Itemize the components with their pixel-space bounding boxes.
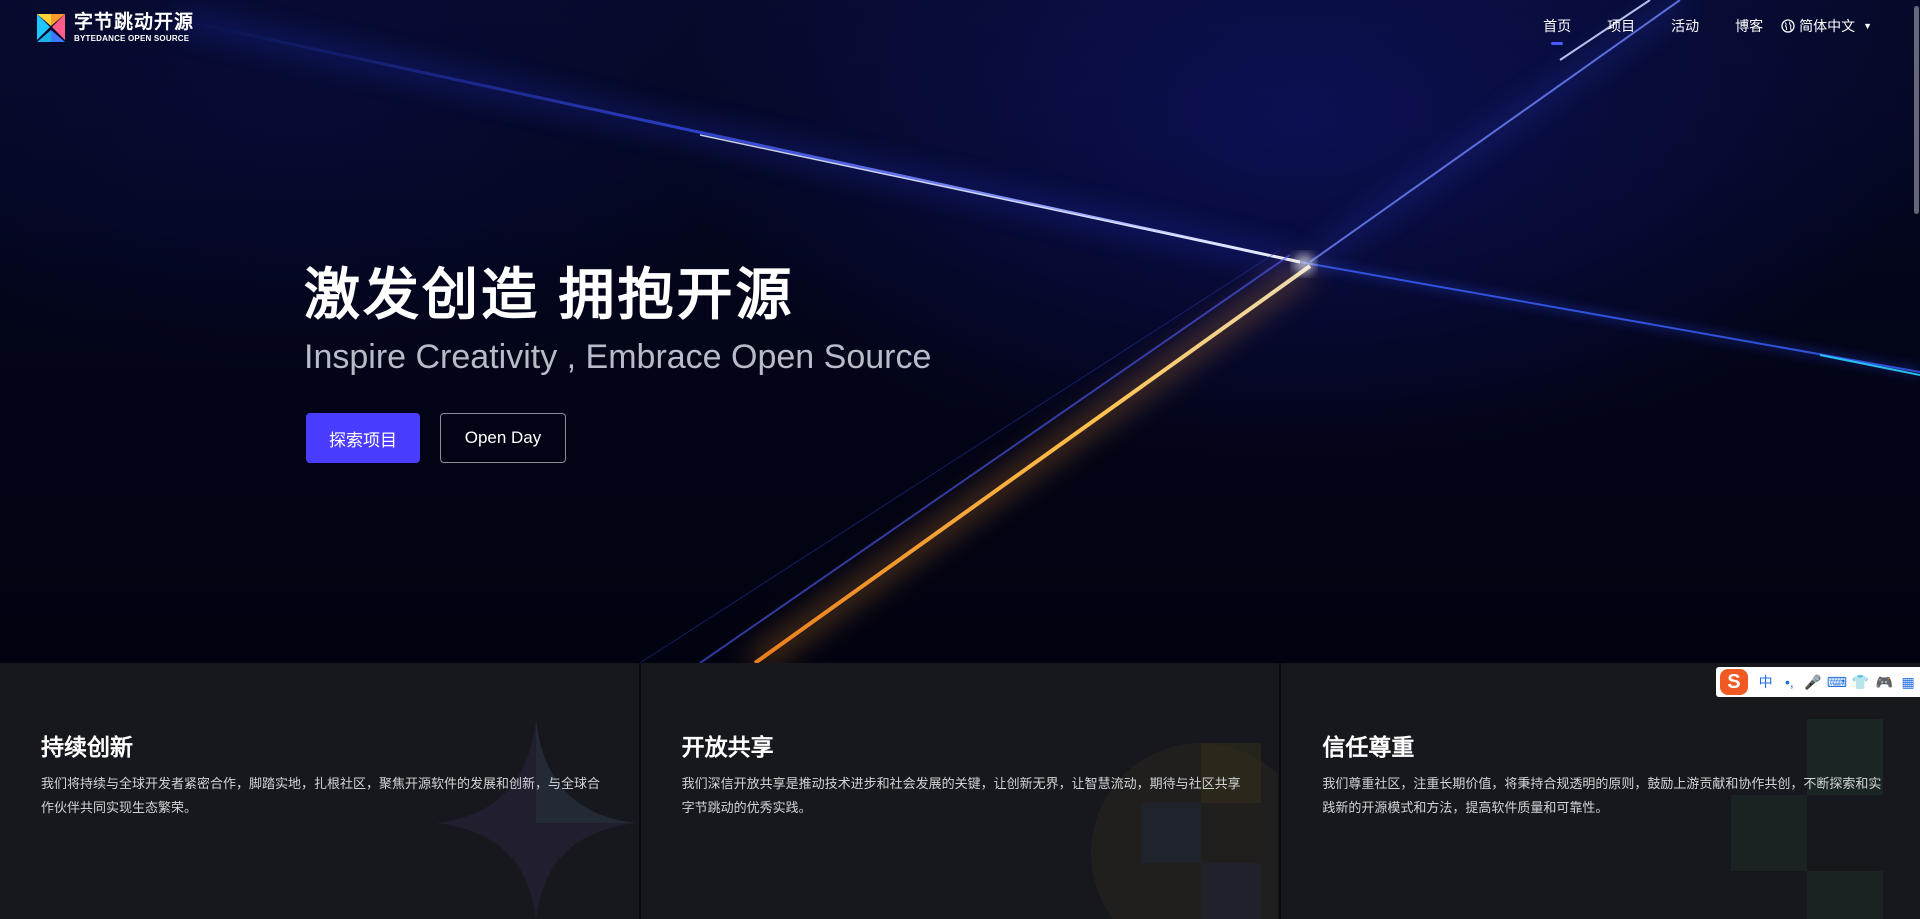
page-scrollbar[interactable] [1913, 0, 1920, 919]
top-navbar: 字节跳动开源 BYTEDANCE OPEN SOURCE 首页 项目 活动 博客… [0, 0, 1920, 52]
feature-description: 我们深信开放共享是推动技术进步和社会发展的关键，让创新无界，让智慧流动，期待与社… [681, 776, 1241, 815]
feature-title: 开放共享 [681, 734, 774, 760]
values-section: 持续创新 我们将持续与全球开发者紧密合作，脚踏实地，扎根社区，聚焦开源软件的发展… [0, 663, 1920, 919]
nav-item-home[interactable]: 首页 [1543, 16, 1571, 45]
nav-item-projects[interactable]: 项目 [1607, 16, 1635, 36]
logo-mark-icon [37, 14, 65, 42]
toolbox-icon[interactable]: ▦ [1896, 674, 1920, 691]
explore-projects-button[interactable]: 探索项目 [306, 413, 420, 463]
punctuation-icon[interactable]: •, [1777, 674, 1801, 690]
feature-card-innovation: 持续创新 我们将持续与全球开发者紧密合作，脚踏实地，扎根社区，聚焦开源软件的发展… [0, 663, 639, 919]
language-label: 简体中文 [1799, 18, 1856, 34]
feature-title: 持续创新 [41, 734, 133, 760]
skin-icon[interactable]: 👕 [1849, 674, 1873, 691]
globe-icon [1781, 19, 1795, 33]
logo-name-en: BYTEDANCE OPEN SOURCE [74, 34, 190, 43]
chevron-down-icon: ▼ [1863, 21, 1872, 31]
sogou-ime-logo[interactable]: S [1720, 669, 1748, 695]
nav-item-blog[interactable]: 博客 [1735, 16, 1763, 36]
hero-subtitle: Inspire Creativity , Embrace Open Source [304, 338, 932, 376]
feature-description: 我们将持续与全球开发者紧密合作，脚踏实地，扎根社区，聚焦开源软件的发展和创新，与… [41, 776, 601, 815]
feature-card-sharing: 开放共享 我们深信开放共享是推动技术进步和社会发展的关键，让创新无界，让智慧流动… [638, 663, 1280, 919]
chinese-mode-icon[interactable]: 中 [1754, 672, 1778, 692]
hero-light-streaks [178, 0, 1920, 663]
keyboard-icon[interactable]: ⌨ [1825, 674, 1849, 691]
hero-section: 字节跳动开源 BYTEDANCE OPEN SOURCE 首页 项目 活动 博客… [0, 0, 1920, 663]
feature-title: 信任尊重 [1322, 734, 1415, 760]
hero-title: 激发创造 拥抱开源 [304, 263, 795, 326]
open-day-button[interactable]: Open Day [440, 413, 566, 463]
nav-item-events[interactable]: 活动 [1671, 16, 1699, 36]
game-icon[interactable]: 🎮 [1872, 674, 1896, 691]
ime-toolbar: S 中 •, 🎤 ⌨ 👕 🎮 ▦ [1716, 667, 1920, 697]
scrollbar-thumb[interactable] [1914, 6, 1919, 214]
feature-description: 我们尊重社区，注重长期价值，将秉持合规透明的原则，鼓励上游贡献和协作共创，不断探… [1322, 776, 1882, 815]
language-selector[interactable]: 简体中文 ▼ [1781, 16, 1872, 36]
feature-card-trust: 信任尊重 我们尊重社区，注重长期价值，将秉持合规透明的原则，鼓励上游贡献和协作共… [1279, 663, 1920, 919]
microphone-icon[interactable]: 🎤 [1801, 674, 1825, 691]
bytedance-open-source-logo[interactable]: 字节跳动开源 BYTEDANCE OPEN SOURCE [34, 11, 194, 45]
logo-name-cn: 字节跳动开源 [74, 12, 195, 33]
main-nav: 首页 项目 活动 博客 简体中文 ▼ [1507, 16, 1872, 45]
